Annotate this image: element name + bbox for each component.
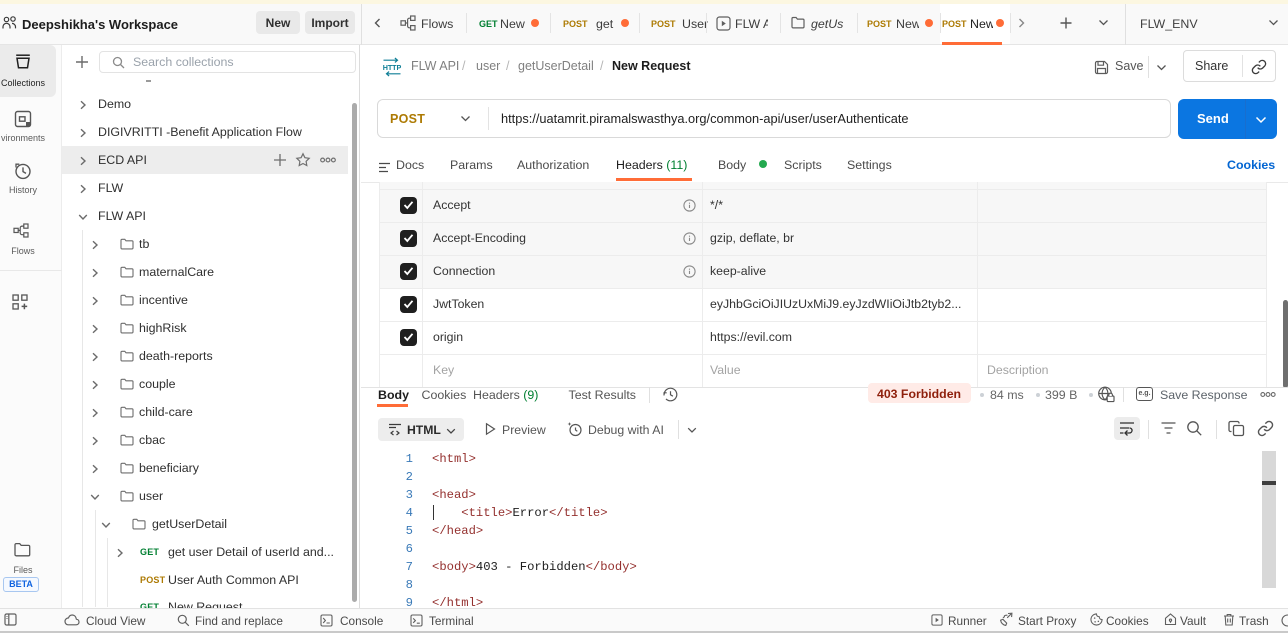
svg-text:HTTP: HTTP xyxy=(383,63,402,72)
